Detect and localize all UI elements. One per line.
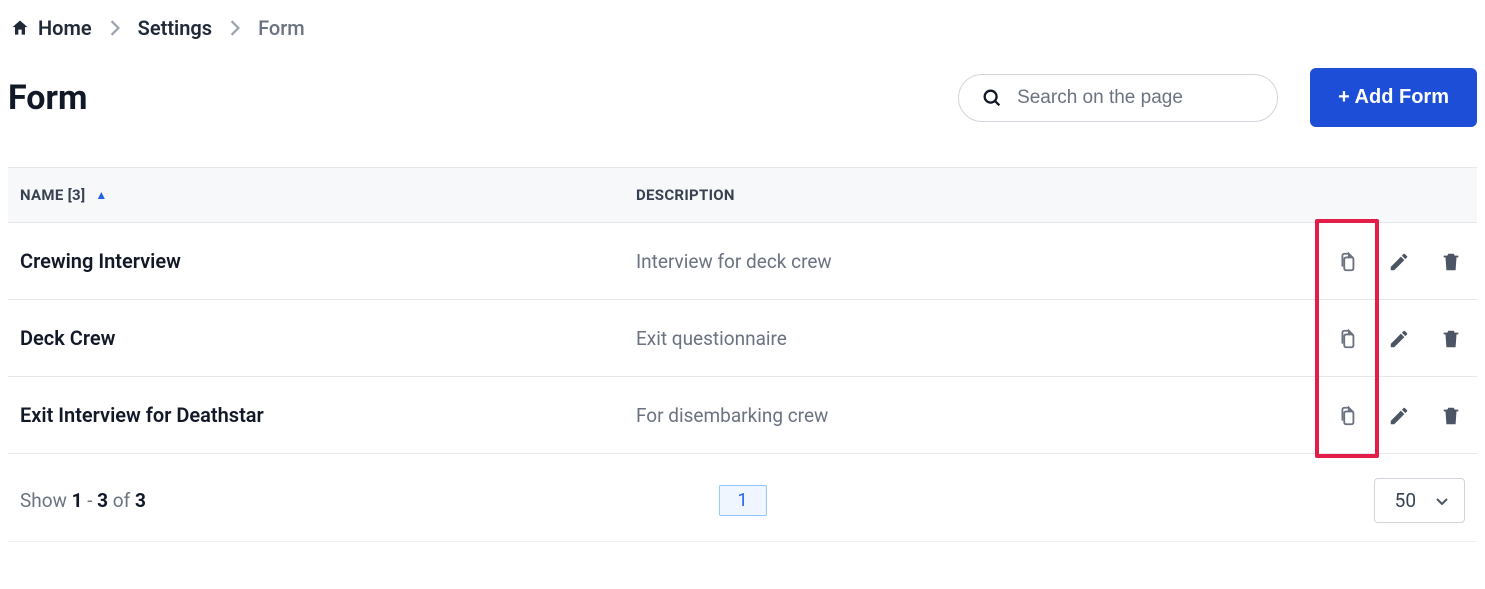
copy-column — [1333, 223, 1361, 454]
forms-table: NAME [3] ▲ DESCRIPTION Crewing Interview… — [8, 167, 1477, 454]
table-header: NAME [3] ▲ DESCRIPTION — [8, 167, 1477, 223]
search-input[interactable] — [1017, 87, 1255, 109]
header-actions: + Add Form — [958, 68, 1477, 127]
breadcrumb-settings[interactable]: Settings — [138, 16, 212, 40]
row-actions-area — [1333, 223, 1465, 454]
delete-button[interactable] — [1438, 403, 1464, 429]
page-size-select[interactable]: 50 — [1374, 478, 1465, 523]
add-form-button[interactable]: + Add Form — [1310, 68, 1477, 127]
breadcrumb-item-label: Settings — [138, 16, 212, 40]
delete-button[interactable] — [1438, 249, 1464, 275]
copy-button[interactable] — [1334, 326, 1360, 352]
pagination-show-label: Show — [20, 489, 72, 512]
edit-button[interactable] — [1386, 326, 1412, 352]
row-name[interactable]: Deck Crew — [20, 326, 636, 350]
sort-ascending-icon: ▲ — [95, 188, 107, 202]
chevron-right-icon — [110, 20, 120, 36]
breadcrumb-home[interactable]: Home — [10, 16, 92, 40]
edit-column — [1385, 223, 1413, 454]
delete-button[interactable] — [1438, 326, 1464, 352]
search-box[interactable] — [958, 74, 1278, 122]
breadcrumb-current: Form — [258, 16, 305, 40]
pagination-from: 1 — [72, 489, 83, 512]
breadcrumb-home-label: Home — [38, 16, 92, 40]
chevron-down-icon — [1434, 493, 1450, 509]
copy-button[interactable] — [1334, 403, 1360, 429]
chevron-right-icon — [230, 20, 240, 36]
copy-button[interactable] — [1334, 249, 1360, 275]
row-name[interactable]: Crewing Interview — [20, 249, 636, 273]
table-row: Deck Crew Exit questionnaire — [8, 300, 1477, 377]
breadcrumb: Home Settings Form — [8, 10, 1477, 62]
page-header: Form + Add Form — [8, 62, 1477, 167]
table-row: Crewing Interview Interview for deck cre… — [8, 223, 1477, 300]
search-icon — [981, 87, 1003, 109]
page-number-current[interactable]: 1 — [718, 485, 766, 516]
home-icon — [10, 18, 30, 38]
column-header-description-label: DESCRIPTION — [636, 186, 735, 204]
column-header-description[interactable]: DESCRIPTION — [636, 186, 1275, 204]
page-title: Form — [8, 78, 87, 118]
column-header-name[interactable]: NAME [3] ▲ — [20, 186, 636, 204]
pagination-to: 3 — [97, 489, 108, 512]
pagination-total: 3 — [135, 489, 146, 512]
pagination-summary: Show 1 - 3 of 3 — [20, 489, 146, 512]
column-header-name-label: NAME [3] — [20, 186, 85, 204]
edit-button[interactable] — [1386, 403, 1412, 429]
row-name[interactable]: Exit Interview for Deathstar — [20, 403, 636, 427]
table-row: Exit Interview for Deathstar For disemba… — [8, 377, 1477, 454]
edit-button[interactable] — [1386, 249, 1412, 275]
breadcrumb-item-label: Form — [258, 16, 305, 40]
delete-column — [1437, 223, 1465, 454]
pagination-pages: 1 — [718, 485, 766, 516]
page-size-value: 50 — [1395, 489, 1416, 512]
table-footer: Show 1 - 3 of 3 1 50 — [8, 454, 1477, 542]
